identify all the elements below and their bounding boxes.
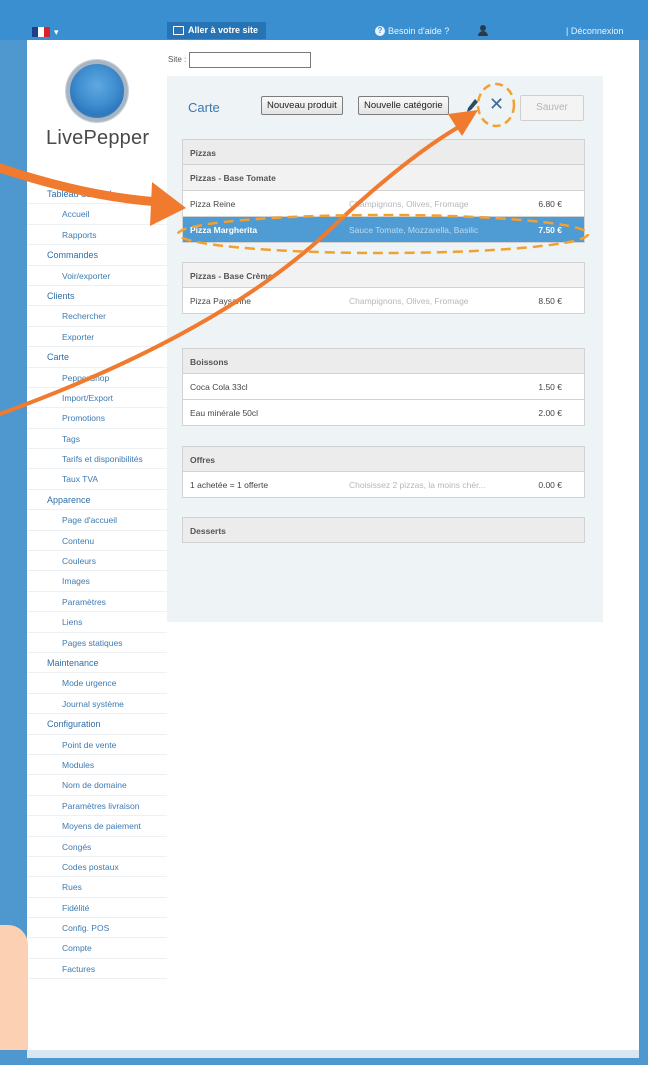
product-description: Champignons, Olives, Fromage (349, 296, 469, 306)
sidebar-item[interactable]: Nom de domaine (27, 775, 167, 796)
sidebar-item[interactable]: Page d'accueil (27, 510, 167, 531)
subcategory-creme: Pizzas - Base Crème Pizza Paysanne Champ… (182, 262, 585, 314)
category-desserts: Desserts (182, 517, 585, 543)
product-name: Pizza Paysanne (190, 296, 251, 306)
sidebar-item[interactable]: Point de vente (27, 735, 167, 755)
pencil-icon[interactable] (467, 99, 478, 112)
sidebar-item[interactable]: Paramètres (27, 592, 167, 613)
category-header[interactable]: Pizzas (182, 139, 585, 165)
sidebar-item[interactable]: Import/Export (27, 388, 167, 409)
product-row[interactable]: 1 achetée = 1 offerte Choisissez 2 pizza… (182, 472, 585, 498)
sidebar-item[interactable]: Couleurs (27, 551, 167, 572)
top-bar (0, 0, 648, 40)
subcategory-header[interactable]: Pizzas - Base Crème (182, 262, 585, 288)
logo-icon (66, 60, 128, 122)
product-name: Pizza Reine (190, 199, 236, 209)
product-name: 1 achetée = 1 offerte (190, 480, 269, 490)
sidebar-item[interactable]: Accueil (27, 204, 167, 225)
sidebar-item[interactable]: Modules (27, 755, 167, 776)
page-title: Carte (188, 100, 220, 115)
product-description: Champignons, Olives, Fromage (349, 199, 469, 209)
sidebar-section-header: Tableau de bord (27, 184, 167, 205)
sidebar-item[interactable]: Tags (27, 429, 167, 450)
sidebar-item[interactable]: Mode urgence (27, 673, 167, 694)
help-label: Besoin d'aide ? (388, 26, 450, 36)
product-row[interactable]: Pizza Reine Champignons, Olives, Fromage… (182, 191, 585, 217)
visit-site-button[interactable]: Aller à votre site (167, 22, 267, 39)
sidebar-section-header: Maintenance (27, 653, 167, 674)
product-name: Pizza Margherita (190, 225, 258, 235)
product-price: 2.00 € (538, 408, 562, 418)
product-name: Eau minérale 50cl (190, 408, 259, 418)
sidebar-item[interactable]: Codes postaux (27, 857, 167, 878)
product-price: 7.50 € (538, 225, 562, 235)
category-header[interactable]: Boissons (182, 348, 585, 374)
category-pizzas: Pizzas Pizzas - Base Tomate Pizza Reine … (182, 139, 585, 243)
sidebar-item[interactable]: Congés (27, 837, 167, 857)
product-price: 0.00 € (538, 480, 562, 490)
subcategory-header[interactable]: Pizzas - Base Tomate (182, 165, 585, 191)
logout-link[interactable]: | Déconnexion (566, 26, 623, 36)
sidebar-item[interactable]: Paramètres livraison (27, 796, 167, 817)
sidebar-section-header: Configuration (27, 714, 167, 735)
category-header[interactable]: Offres (182, 446, 585, 472)
product-row[interactable]: Coca Cola 33cl 1.50 € (182, 374, 585, 400)
chevron-down-icon[interactable]: ▾ (54, 27, 59, 38)
sidebar-item[interactable]: Tarifs et disponibilités (27, 449, 167, 470)
sidebar-item[interactable]: Rues (27, 877, 167, 898)
sidebar-item[interactable]: Factures (27, 959, 167, 980)
sidebar-item[interactable]: Taux TVA (27, 469, 167, 490)
sidebar-item[interactable]: Config. POS (27, 918, 167, 939)
sidebar-item[interactable]: Images (27, 571, 167, 592)
sidebar-section-header: Apparence (27, 490, 167, 511)
new-product-button[interactable]: Nouveau produit (261, 96, 343, 115)
help-link[interactable]: ? Besoin d'aide ? (375, 26, 449, 36)
product-description: Choisissez 2 pizzas, la moins chèr... (349, 480, 486, 490)
sidebar-item[interactable]: Rechercher (27, 306, 167, 327)
sidebar-item[interactable]: Exporter (27, 327, 167, 348)
product-row-selected[interactable]: Pizza Margherita Sauce Tomate, Mozzarell… (182, 217, 585, 243)
question-icon: ? (375, 26, 385, 36)
category-boissons: Boissons Coca Cola 33cl 1.50 € Eau minér… (182, 348, 585, 426)
sidebar-item[interactable]: PepperShop (27, 368, 167, 388)
sidebar-item[interactable]: Contenu (27, 531, 167, 552)
category-offres: Offres 1 achetée = 1 offerte Choisissez … (182, 446, 585, 498)
language-flag-icon[interactable] (32, 27, 50, 37)
sidebar-item[interactable]: Pages statiques (27, 633, 167, 653)
sidebar-item[interactable]: Liens (27, 612, 167, 633)
product-row[interactable]: Pizza Paysanne Champignons, Olives, From… (182, 288, 585, 314)
page-footer-bar (27, 1050, 639, 1058)
new-category-button[interactable]: Nouvelle catégorie (358, 96, 449, 115)
save-button[interactable]: Sauver (520, 95, 584, 121)
sidebar-item[interactable]: Rapports (27, 225, 167, 246)
sidebar: Tableau de bord Accueil Rapports Commandes V… (27, 184, 167, 980)
sidebar-item[interactable]: Moyens de paiement (27, 816, 167, 837)
sidebar-section-header: Carte (27, 347, 167, 368)
sidebar-item[interactable]: Compte (27, 938, 167, 959)
product-description: Sauce Tomate, Mozzarella, Basilic (349, 225, 479, 235)
product-price: 8.50 € (538, 296, 562, 306)
annotation-corner-shape (0, 925, 28, 1050)
product-price: 1.50 € (538, 382, 562, 392)
user-icon[interactable] (478, 25, 488, 36)
site-input[interactable] (189, 52, 311, 68)
sidebar-item[interactable]: Voir/exporter (27, 266, 167, 286)
sidebar-section-header: Commandes (27, 245, 167, 266)
site-label: Site : (168, 55, 187, 64)
close-icon[interactable]: ✕ (489, 94, 504, 115)
sidebar-item[interactable]: Journal système (27, 694, 167, 715)
category-header[interactable]: Desserts (182, 517, 585, 543)
product-row[interactable]: Eau minérale 50cl 2.00 € (182, 400, 585, 426)
sidebar-section-header: Clients (27, 286, 167, 307)
sidebar-item[interactable]: Promotions (27, 408, 167, 429)
product-name: Coca Cola 33cl (190, 382, 248, 392)
visit-site-label: Aller à votre site (188, 25, 259, 35)
external-link-icon (173, 26, 184, 35)
sidebar-item[interactable]: Fidélité (27, 898, 167, 919)
product-price: 6.80 € (538, 199, 562, 209)
logo-text: LivePepper (46, 127, 150, 149)
